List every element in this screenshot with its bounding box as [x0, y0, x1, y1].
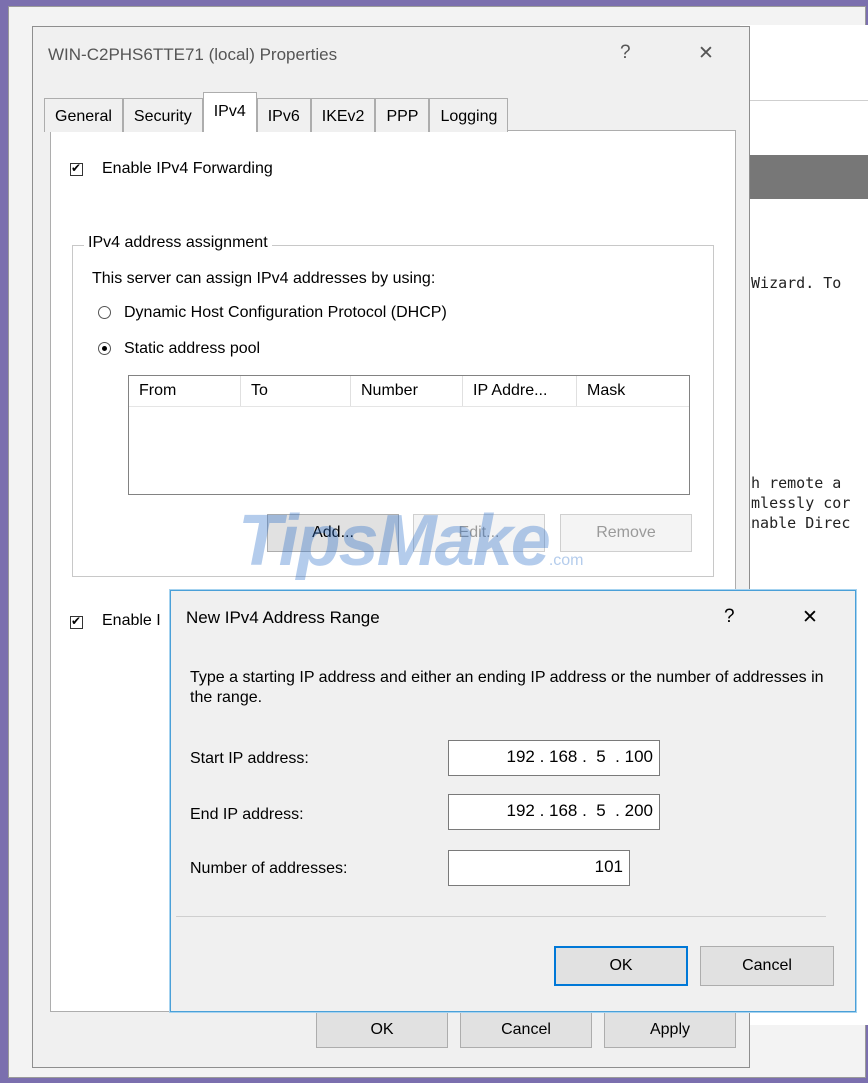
tab-general[interactable]: General	[44, 98, 123, 132]
tab-ipv4[interactable]: IPv4	[202, 92, 257, 132]
enable-forwarding-checkbox[interactable]	[70, 161, 83, 179]
background-text-line: ch remote a	[742, 474, 842, 492]
address-pool-list[interactable]: From To Number IP Addre... Mask	[128, 375, 690, 495]
end-ip-input[interactable]: 192 . 168 . 5 . 200	[448, 794, 660, 830]
new-range-title: New IPv4 Address Range	[186, 608, 380, 627]
properties-cancel-button[interactable]: Cancel	[460, 1012, 592, 1048]
enable-forwarding-label: Enable IPv4 Forwarding	[102, 160, 273, 177]
checkmark-icon	[70, 161, 83, 177]
group-title: IPv4 address assignment	[84, 234, 272, 252]
tab-ipv6[interactable]: IPv6	[256, 98, 311, 132]
dhcp-option-label: Dynamic Host Configuration Protocol (DHC…	[124, 304, 447, 321]
static-pool-option-label: Static address pool	[124, 340, 261, 357]
column-header-number[interactable]: Number	[351, 376, 463, 406]
end-ip-label: End IP address:	[190, 806, 304, 823]
tab-ppp[interactable]: PPP	[375, 98, 430, 132]
range-ok-button[interactable]: OK	[554, 946, 688, 986]
list-header: From To Number IP Addre... Mask	[129, 376, 689, 407]
tab-ikev2[interactable]: IKEv2	[310, 98, 376, 132]
enable-second-checkbox[interactable]	[70, 614, 83, 632]
group-description: This server can assign IPv4 addresses by…	[92, 270, 436, 287]
start-ip-label: Start IP address:	[190, 750, 309, 767]
properties-ok-button[interactable]: OK	[316, 1012, 448, 1048]
enable-second-label: Enable I	[102, 612, 161, 629]
range-instructions: Type a starting IP address and either an…	[190, 669, 824, 706]
range-cancel-button[interactable]: Cancel	[700, 946, 834, 986]
static-pool-radio[interactable]	[98, 342, 111, 360]
range-help-button[interactable]: ?	[724, 606, 735, 628]
dhcp-radio[interactable]	[98, 306, 111, 324]
background-text-line: Wizard. To	[742, 274, 842, 292]
properties-close-button[interactable]: ✕	[698, 42, 714, 65]
tab-security[interactable]: Security	[122, 98, 203, 132]
radio-unchecked-icon	[98, 306, 111, 319]
background-text-line: amlessly cor	[742, 494, 851, 512]
dialog-separator	[176, 916, 826, 917]
properties-tabs: General Security IPv4 IPv6 IKEv2 PPP Log…	[44, 92, 509, 132]
column-header-ip-address[interactable]: IP Addre...	[463, 376, 577, 406]
background-text-line: Enable Direc	[742, 514, 851, 532]
column-header-to[interactable]: To	[241, 376, 351, 406]
checkmark-icon	[70, 614, 83, 630]
address-count-label: Number of addresses:	[190, 860, 348, 877]
background-divider	[740, 100, 868, 101]
properties-help-button[interactable]: ?	[620, 42, 631, 64]
address-count-input[interactable]: 101	[448, 850, 630, 886]
radio-checked-icon	[98, 342, 111, 355]
watermark-logo: TipsMake.com	[238, 501, 584, 581]
background-header-bar	[740, 155, 868, 199]
start-ip-input[interactable]: 192 . 168 . 5 . 100	[448, 740, 660, 776]
properties-title: WIN-C2PHS6TTE71 (local) Properties	[48, 45, 338, 64]
column-header-mask[interactable]: Mask	[577, 376, 687, 406]
tab-logging[interactable]: Logging	[429, 98, 509, 132]
range-close-button[interactable]: ✕	[802, 606, 818, 629]
properties-apply-button[interactable]: Apply	[604, 1012, 736, 1048]
column-header-from[interactable]: From	[129, 376, 241, 406]
